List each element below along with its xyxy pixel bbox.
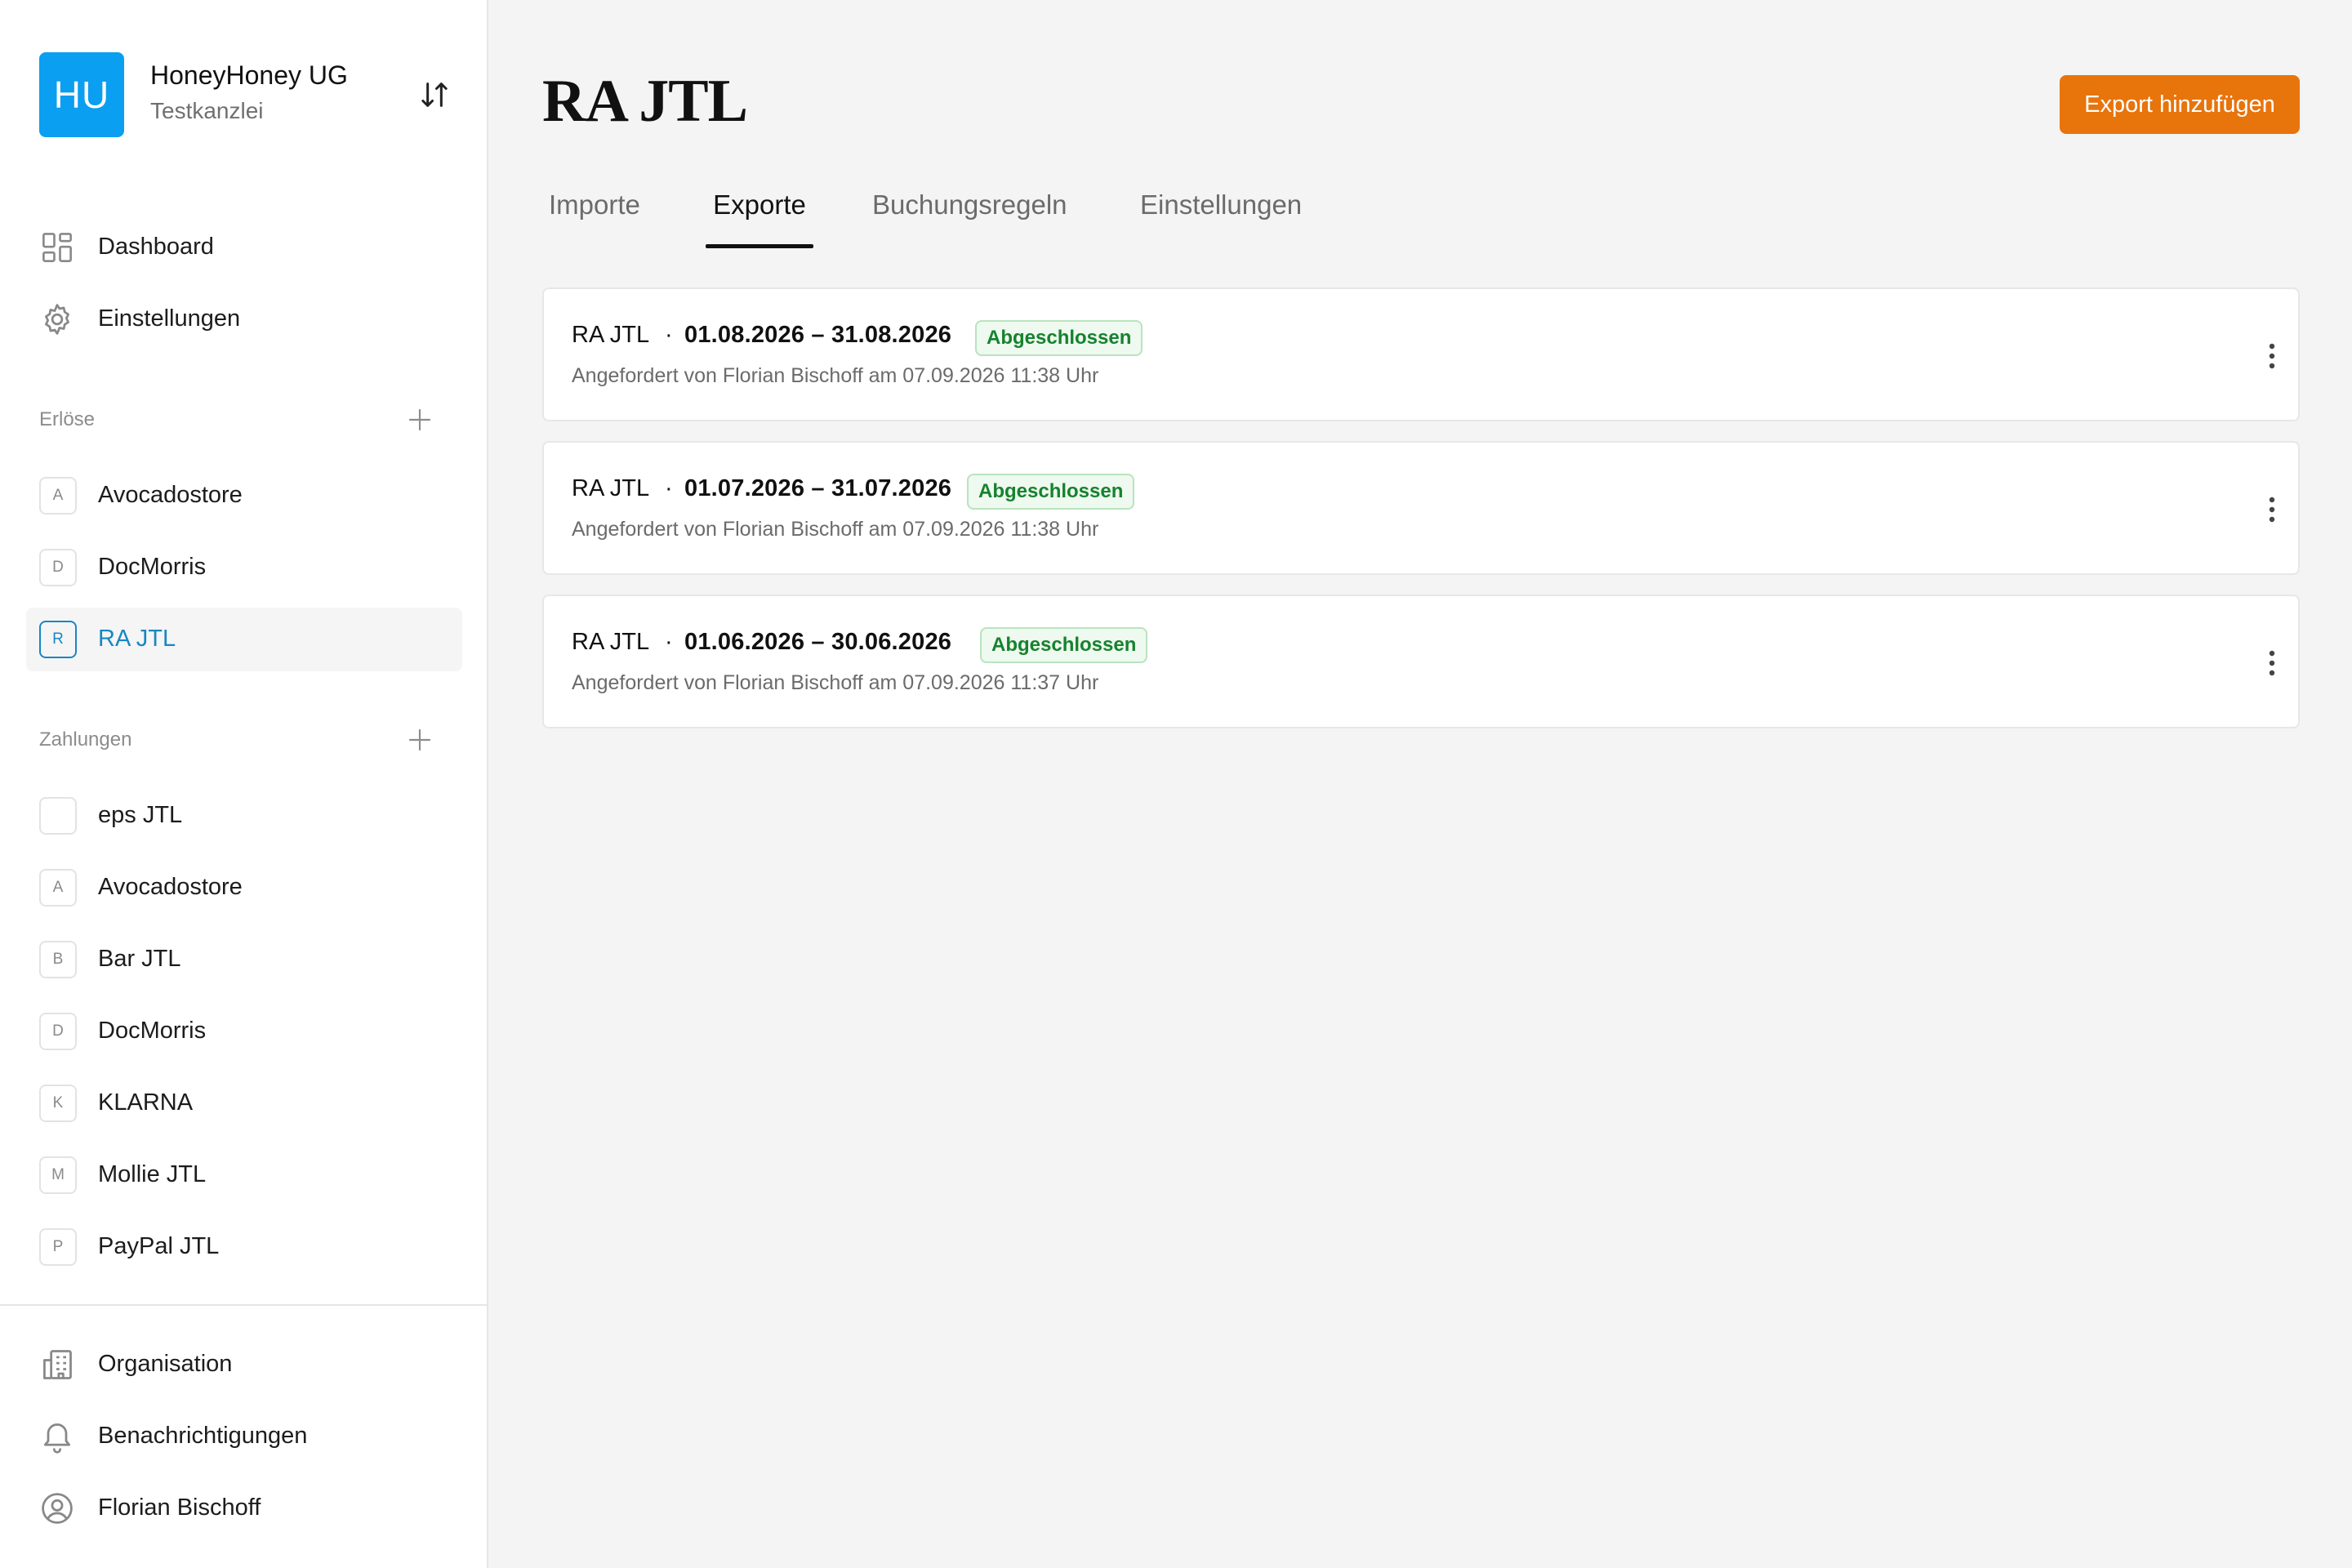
separator-dot: ·	[665, 629, 673, 655]
sidebar-item-label: eps JTL	[98, 802, 183, 828]
sidebar-item-revenue-docmorris[interactable]: D DocMorris	[26, 536, 462, 599]
more-options-icon[interactable]	[2254, 490, 2290, 529]
export-card[interactable]: RA JTL · 01.08.2026 – 31.08.2026 Abgesch…	[542, 287, 2300, 421]
separator-dot: ·	[665, 475, 673, 501]
sidebar-item-payment-paypal-jtl[interactable]: P PayPal JTL	[26, 1215, 462, 1279]
sidebar-item-payment-docmorris[interactable]: D DocMorris	[26, 1000, 462, 1063]
sidebar-item-dashboard[interactable]: Dashboard	[26, 216, 462, 279]
status-badge: Abgeschlossen	[980, 627, 1148, 663]
tab-exporte[interactable]: Exporte	[706, 186, 813, 248]
export-source: RA JTL	[572, 475, 650, 501]
status-badge: Abgeschlossen	[967, 474, 1135, 510]
organization-switcher[interactable]: HU HoneyHoney UG Testkanzlei	[39, 52, 456, 137]
export-date-range: 01.08.2026 – 31.08.2026	[684, 322, 952, 348]
sidebar-item-payment-mollie-jtl[interactable]: M Mollie JTL	[26, 1143, 462, 1207]
letter-avatar-icon: R	[39, 621, 77, 658]
export-requested-info: Angefordert von Florian Bischoff am 07.0…	[572, 518, 1099, 541]
export-source: RA JTL	[572, 629, 650, 655]
letter-avatar-icon: P	[39, 1228, 77, 1266]
letter-avatar-icon: M	[39, 1156, 77, 1194]
more-options-icon[interactable]	[2254, 644, 2290, 683]
export-date-range: 01.06.2026 – 30.06.2026	[684, 629, 952, 655]
sidebar-item-einstellungen[interactable]: Einstellungen	[26, 287, 462, 351]
tab-einstellungen[interactable]: Einstellungen	[1140, 186, 1328, 248]
tab-buchungsregeln[interactable]: Buchungsregeln	[872, 186, 1085, 248]
export-requested-info: Angefordert von Florian Bischoff am 07.0…	[572, 671, 1099, 694]
export-requested-info: Angefordert von Florian Bischoff am 07.0…	[572, 364, 1099, 387]
organization-name: HoneyHoney UG	[150, 60, 348, 90]
add-payment-plus-icon[interactable]	[403, 724, 436, 756]
sidebar-item-revenue-avocadostore[interactable]: A Avocadostore	[26, 464, 462, 528]
letter-avatar-icon: A	[39, 869, 77, 906]
sidebar-item-label: RA JTL	[98, 626, 176, 652]
sidebar-item-label: Einstellungen	[98, 305, 241, 332]
building-icon	[39, 1347, 75, 1383]
gear-icon	[39, 301, 75, 337]
sidebar-item-label: Organisation	[98, 1351, 233, 1377]
sidebar: HU HoneyHoney UG Testkanzlei Dashboard E…	[0, 0, 488, 1568]
sidebar-item-label: Bar JTL	[98, 946, 181, 972]
sidebar-item-label: PayPal JTL	[98, 1233, 220, 1259]
section-title-zahlungen: Zahlungen	[39, 728, 132, 751]
bell-icon	[39, 1419, 75, 1454]
switch-sort-arrows-icon[interactable]	[412, 72, 457, 118]
page-title: RA JTL	[542, 68, 748, 135]
export-date-range: 01.07.2026 – 31.07.2026	[684, 475, 952, 501]
letter-avatar-icon: D	[39, 1013, 77, 1050]
section-title-erloese: Erlöse	[39, 408, 96, 430]
sidebar-item-label: Mollie JTL	[98, 1161, 207, 1187]
export-card[interactable]: RA JTL · 01.06.2026 – 30.06.2026 Abgesch…	[542, 595, 2300, 728]
sidebar-divider	[0, 1304, 488, 1306]
export-source: RA JTL	[572, 322, 650, 348]
sidebar-item-label: DocMorris	[98, 554, 207, 580]
more-options-icon[interactable]	[2254, 336, 2290, 376]
sidebar-item-revenue-ra-jtl[interactable]: R RA JTL	[26, 608, 462, 671]
add-export-button[interactable]: Export hinzufügen	[2060, 75, 2300, 134]
sidebar-item-label: Florian Bischoff	[98, 1494, 261, 1521]
tab-importe[interactable]: Importe	[549, 186, 647, 248]
user-circle-icon	[39, 1490, 75, 1526]
sidebar-item-label: Avocadostore	[98, 874, 243, 900]
letter-avatar-icon: B	[39, 941, 77, 978]
letter-avatar-icon: K	[39, 1085, 77, 1122]
separator-dot: ·	[665, 322, 673, 348]
sidebar-item-label: DocMorris	[98, 1018, 207, 1044]
sidebar-item-organisation[interactable]: Organisation	[26, 1333, 462, 1396]
export-card[interactable]: RA JTL · 01.07.2026 – 31.07.2026 Abgesch…	[542, 441, 2300, 575]
add-revenue-plus-icon[interactable]	[403, 403, 436, 436]
letter-avatar-icon: A	[39, 477, 77, 514]
organization-subtitle: Testkanzlei	[150, 98, 264, 123]
sidebar-item-payment-klarna[interactable]: K KLARNA	[26, 1071, 462, 1135]
letter-avatar-icon: D	[39, 549, 77, 586]
sidebar-item-benachrichtigungen[interactable]: Benachrichtigungen	[26, 1405, 462, 1468]
sidebar-item-label: KLARNA	[98, 1089, 194, 1116]
sidebar-item-label: Benachrichtigungen	[98, 1423, 308, 1449]
sidebar-item-payment-eps-jtl[interactable]: eps JTL	[26, 784, 462, 848]
organization-logo: HU	[39, 52, 124, 137]
sidebar-item-payment-avocadostore[interactable]: A Avocadostore	[26, 856, 462, 920]
letter-avatar-icon	[39, 797, 77, 835]
sidebar-item-label: Avocadostore	[98, 482, 243, 508]
status-badge: Abgeschlossen	[975, 320, 1143, 356]
dashboard-grid-icon	[39, 229, 75, 265]
sidebar-item-payment-bar-jtl[interactable]: B Bar JTL	[26, 928, 462, 991]
sidebar-item-user-profile[interactable]: Florian Bischoff	[26, 1477, 462, 1540]
sidebar-item-label: Dashboard	[98, 234, 214, 260]
